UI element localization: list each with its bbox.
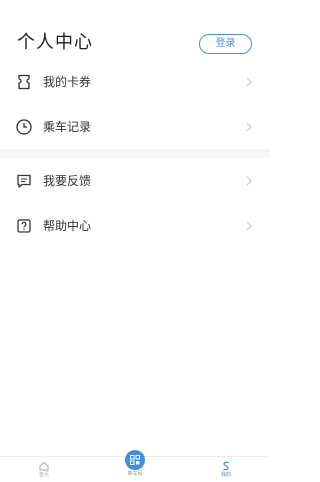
scan-code-button[interactable]: [125, 450, 145, 470]
tab-home[interactable]: 首页: [14, 457, 74, 482]
ticket-icon: [18, 74, 30, 90]
menu-item-label: 我要反馈: [43, 174, 92, 188]
chevron-right-icon: [246, 221, 252, 231]
section-divider: [0, 149, 270, 158]
chevron-right-icon: [246, 122, 252, 132]
chevron-right-icon: [246, 176, 252, 186]
clock-icon: [16, 119, 32, 135]
menu-item-ride-records[interactable]: 乘车记录: [0, 105, 270, 149]
menu-item-label: 我的卡券: [43, 75, 92, 89]
help-icon: [17, 219, 31, 233]
scan-code-label: 乘车码: [127, 471, 143, 477]
user-icon: [223, 461, 229, 471]
home-icon: [39, 461, 49, 471]
menu-item-label: 帮助中心: [43, 219, 92, 233]
login-button[interactable]: 登录: [199, 34, 252, 54]
tab-mine[interactable]: 我的: [196, 457, 256, 482]
menu-item-my-coupons[interactable]: 我的卡券: [0, 60, 270, 104]
menu-item-feedback[interactable]: 我要反馈: [0, 159, 270, 203]
feedback-icon: [17, 174, 31, 188]
page-title: 个人中心: [17, 32, 93, 53]
page-header: 个人中心 登录: [0, 0, 270, 62]
tab-mine-label: 我的: [220, 472, 231, 478]
qr-code-icon: [130, 455, 140, 465]
tab-home-label: 首页: [38, 472, 49, 478]
menu-item-label: 乘车记录: [43, 120, 92, 134]
menu-item-help-center[interactable]: 帮助中心: [0, 204, 270, 248]
chevron-right-icon: [246, 77, 252, 87]
